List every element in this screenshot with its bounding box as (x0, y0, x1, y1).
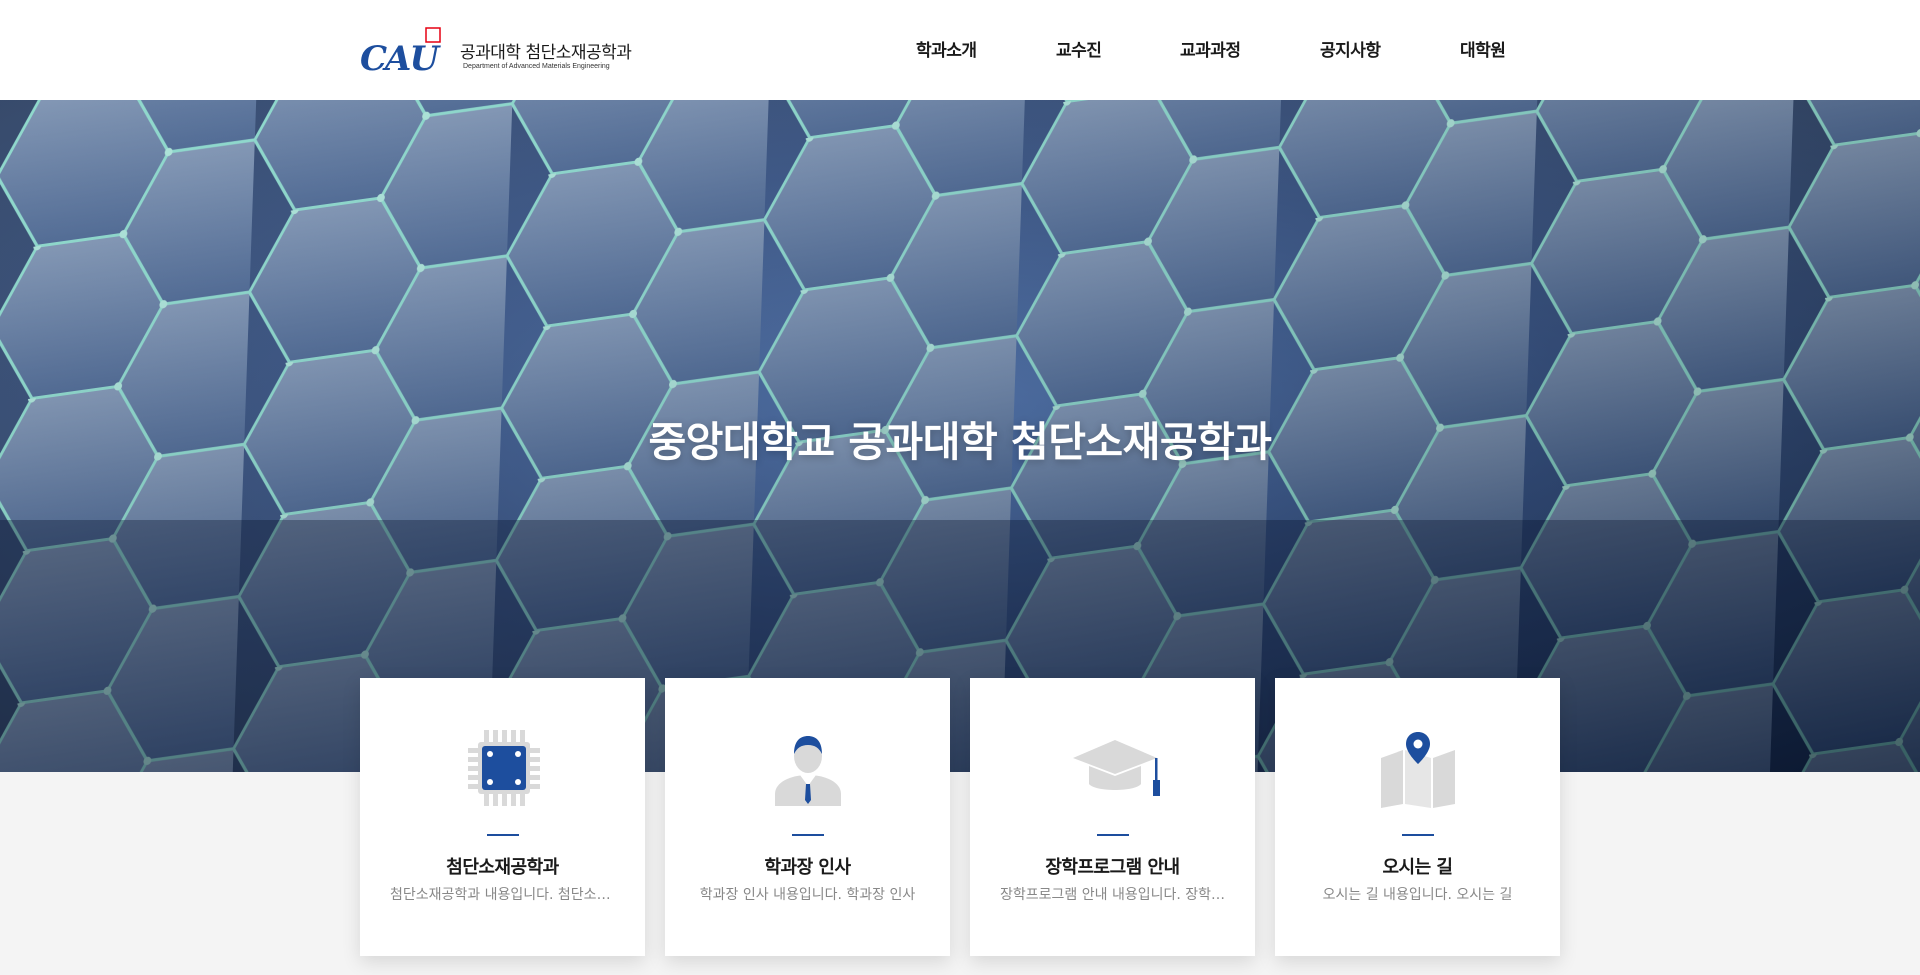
card-chair-greeting[interactable]: 학과장 인사 학과장 인사 내용입니다. 학과장 인사 (665, 678, 950, 956)
card-description: 첨단소재공학과 내용입니다. 첨단소재공학과 (390, 887, 615, 903)
nav-item-graduate[interactable]: 대학원 (1460, 36, 1506, 61)
main-nav: 학과소개 교수진 교과과정 공지사항 대학원 (0, 36, 1920, 64)
card-description: 오시는 길 내용입니다. 오시는 길 (1322, 887, 1513, 903)
card-directions[interactable]: 오시는 길 오시는 길 내용입니다. 오시는 길 (1275, 678, 1560, 956)
card-divider (487, 834, 519, 836)
chip-icon (468, 730, 540, 806)
card-description: 학과장 인사 내용입니다. 학과장 인사 (699, 887, 916, 903)
card-divider (1402, 834, 1434, 836)
map-pin-icon (1381, 732, 1455, 808)
nav-item-faculty[interactable]: 교수진 (1056, 36, 1102, 61)
card-title: 오시는 길 (1382, 857, 1453, 878)
card-description: 장학프로그램 안내 내용입니다. 장학프로그램 (1000, 887, 1225, 903)
person-icon (775, 736, 841, 806)
card-department[interactable]: 첨단소재공학과 첨단소재공학과 내용입니다. 첨단소재공학과 (360, 678, 645, 956)
site-header: CAU 공과대학 첨단소재공학과 Department of Advanced … (0, 0, 1920, 100)
hero-title: 중앙대학교 공과대학 첨단소재공학과 (648, 418, 1272, 466)
graduation-cap-icon (1073, 740, 1160, 796)
logo-subtitle: Department of Advanced Materials Enginee… (463, 63, 610, 70)
nav-item-notices[interactable]: 공지사항 (1320, 36, 1381, 61)
card-divider (792, 834, 824, 836)
hero-banner: 중앙대학교 공과대학 첨단소재공학과 (0, 100, 1920, 772)
card-title: 학과장 인사 (764, 857, 851, 878)
nav-item-about[interactable]: 학과소개 (916, 36, 977, 61)
card-scholarship[interactable]: 장학프로그램 안내 장학프로그램 안내 내용입니다. 장학프로그램 (970, 678, 1255, 956)
card-title: 장학프로그램 안내 (1045, 857, 1180, 878)
card-title: 첨단소재공학과 (446, 857, 559, 878)
card-divider (1097, 834, 1129, 836)
nav-item-curriculum[interactable]: 교과과정 (1180, 36, 1241, 61)
